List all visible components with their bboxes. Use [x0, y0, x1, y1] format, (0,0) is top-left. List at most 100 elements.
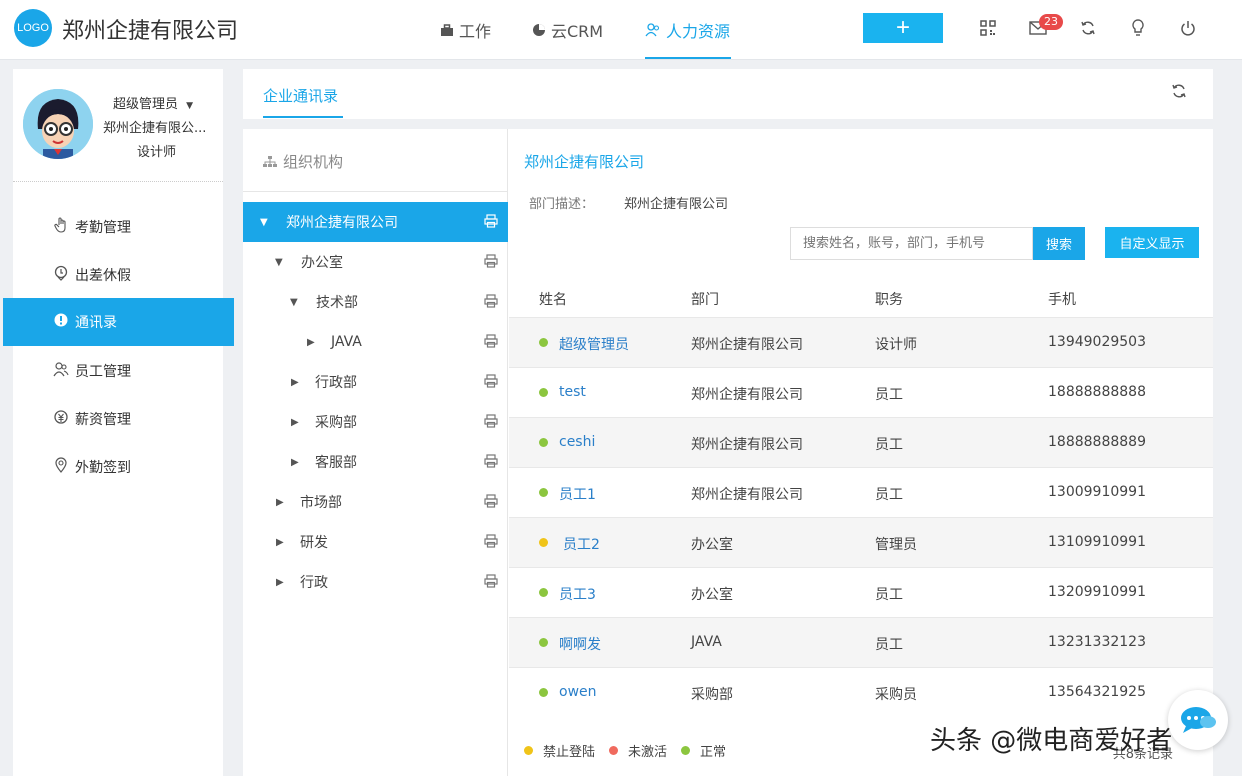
sidebar-item-employees[interactable]: 员工管理	[13, 347, 223, 395]
org-title: 组织机构	[263, 151, 343, 172]
power-icon[interactable]	[1177, 17, 1199, 39]
caret-right-icon: ▶	[276, 536, 284, 548]
search-button[interactable]: 搜索	[1033, 227, 1085, 260]
tree-node-admin[interactable]: ▶ 行政	[243, 562, 508, 602]
tree-node-market[interactable]: ▶ 市场部	[243, 482, 508, 522]
printer-icon[interactable]	[484, 574, 498, 588]
nav-hr[interactable]: 人力资源	[645, 18, 730, 42]
employee-role: 员工	[875, 437, 903, 453]
printer-icon[interactable]	[484, 494, 498, 508]
tree-node-label: 行政部	[315, 375, 357, 391]
table-row[interactable]: 员工3 办公室 员工 13209910991	[509, 567, 1213, 617]
qr-code-icon[interactable]	[977, 17, 999, 39]
table-row[interactable]: 员工1 郑州企捷有限公司 员工 13009910991	[509, 467, 1213, 517]
employee-name-link[interactable]: 员工3	[559, 584, 596, 604]
employee-dept: 郑州企捷有限公司	[691, 387, 803, 403]
employee-name-link[interactable]: owen	[559, 684, 597, 700]
status-dot	[609, 746, 619, 755]
printer-icon[interactable]	[484, 454, 498, 468]
printer-icon[interactable]	[484, 254, 498, 268]
sidebar-item-label: 出差休假	[75, 268, 131, 284]
employee-phone: 18888888888	[1048, 384, 1146, 400]
chat-button[interactable]	[1168, 690, 1228, 750]
table-row[interactable]: 啊啊发 JAVA 员工 13231332123	[509, 617, 1213, 667]
company-title: 郑州企捷有限公司	[62, 19, 239, 44]
tree-node-admin-dept[interactable]: ▶ 行政部	[243, 362, 508, 402]
contact-icon	[53, 313, 69, 331]
table-row[interactable]: ceshi 郑州企捷有限公司 员工 18888888889	[509, 417, 1213, 467]
printer-icon[interactable]	[484, 414, 498, 428]
tree-node-purchase[interactable]: ▶ 采购部	[243, 402, 508, 442]
department-desc-label: 部门描述：	[529, 197, 595, 212]
sync-icon[interactable]	[1077, 17, 1099, 39]
employee-name-link[interactable]: 超级管理员	[559, 334, 629, 354]
tree-node-rd[interactable]: ▶ 研发	[243, 522, 508, 562]
tree-node-service[interactable]: ▶ 客服部	[243, 442, 508, 482]
money-icon	[53, 410, 69, 428]
employee-role: 员工	[875, 487, 903, 503]
employee-phone: 13231332123	[1048, 634, 1146, 650]
column-header-role[interactable]: 职务	[875, 289, 903, 309]
custom-display-button[interactable]: 自定义显示	[1105, 227, 1199, 258]
tree-node-label: 办公室	[301, 255, 343, 271]
tree-node-label: 研发	[300, 535, 328, 551]
tab-company-directory[interactable]: 企业通讯录	[263, 85, 338, 106]
add-button[interactable]: +	[863, 13, 943, 43]
tree-node-java[interactable]: ▶ JAVA	[243, 322, 508, 362]
tree-node-company[interactable]: ▼ 郑州企捷有限公司	[243, 202, 508, 242]
nav-crm[interactable]: 云CRM	[532, 18, 603, 42]
employee-name-link[interactable]: test	[559, 384, 586, 400]
people-icon	[645, 23, 660, 37]
department-detail: 郑州企捷有限公司 部门描述： 郑州企捷有限公司 搜索 自定义显示 姓名 部门 职…	[509, 129, 1213, 776]
tree-node-tech[interactable]: ▼ 技术部	[243, 282, 508, 322]
table-row[interactable]: 超级管理员 郑州企捷有限公司 设计师 13949029503	[509, 317, 1213, 367]
status-dot	[539, 588, 548, 597]
refresh-icon[interactable]	[1171, 83, 1187, 104]
sidebar-item-contacts[interactable]: 通讯录	[3, 298, 234, 346]
employee-name-link[interactable]: ceshi	[559, 434, 595, 450]
logo: LOGO	[14, 9, 52, 47]
tree-node-label: 客服部	[315, 455, 357, 471]
avatar[interactable]	[23, 89, 93, 159]
status-dot	[524, 746, 533, 755]
user-name[interactable]: 超级管理员 ▼	[113, 93, 193, 112]
table-row[interactable]: 员工2 办公室 管理员 13109910991	[509, 517, 1213, 567]
tree-node-label: 郑州企捷有限公司	[286, 215, 398, 231]
department-desc-value: 郑州企捷有限公司	[624, 197, 729, 212]
printer-icon[interactable]	[484, 534, 498, 548]
caret-right-icon: ▶	[276, 576, 284, 588]
table-row[interactable]: test 郑州企捷有限公司 员工 18888888888	[509, 367, 1213, 417]
tree-node-office[interactable]: ▼ 办公室	[243, 242, 508, 282]
user-role: 设计师	[137, 145, 177, 160]
lightbulb-icon[interactable]	[1127, 17, 1149, 39]
printer-icon[interactable]	[484, 374, 498, 388]
sidebar-item-salary[interactable]: 薪资管理	[13, 395, 223, 443]
nav-work-label: 工作	[459, 22, 492, 41]
employee-phone: 13209910991	[1048, 584, 1146, 600]
column-header-name[interactable]: 姓名	[539, 289, 567, 309]
employee-name-link[interactable]: 员工1	[559, 484, 596, 504]
employee-name-link[interactable]: 员工2	[563, 534, 600, 554]
caret-right-icon: ▶	[291, 456, 299, 468]
printer-icon[interactable]	[484, 214, 498, 228]
column-header-dept[interactable]: 部门	[691, 289, 719, 309]
employee-dept: 郑州企捷有限公司	[691, 487, 803, 503]
sidebar-item-leave[interactable]: 出差休假	[13, 251, 223, 299]
sidebar-item-label: 员工管理	[75, 364, 131, 380]
sidebar-item-checkin[interactable]: 外勤签到	[13, 443, 223, 491]
employee-name-link[interactable]: 啊啊发	[559, 634, 601, 654]
status-dot	[539, 438, 548, 447]
tree-node-label: 行政	[300, 575, 328, 591]
user-name-text: 超级管理员	[113, 97, 179, 112]
printer-icon[interactable]	[484, 294, 498, 308]
tree-node-label: 技术部	[316, 295, 358, 311]
column-header-phone[interactable]: 手机	[1048, 289, 1076, 309]
top-bar: LOGO 郑州企捷有限公司 工作 云CRM 人力资源 + 23	[0, 0, 1242, 60]
nav-work[interactable]: 工作	[440, 18, 491, 42]
sidebar-item-attendance[interactable]: 考勤管理	[13, 203, 223, 251]
search-input[interactable]	[790, 227, 1033, 260]
printer-icon[interactable]	[484, 334, 498, 348]
table-row[interactable]: owen 采购部 采购员 13564321925	[509, 667, 1213, 717]
caret-right-icon: ▶	[291, 416, 299, 428]
watermark: 头条 @微电商爱好者	[930, 726, 1173, 756]
